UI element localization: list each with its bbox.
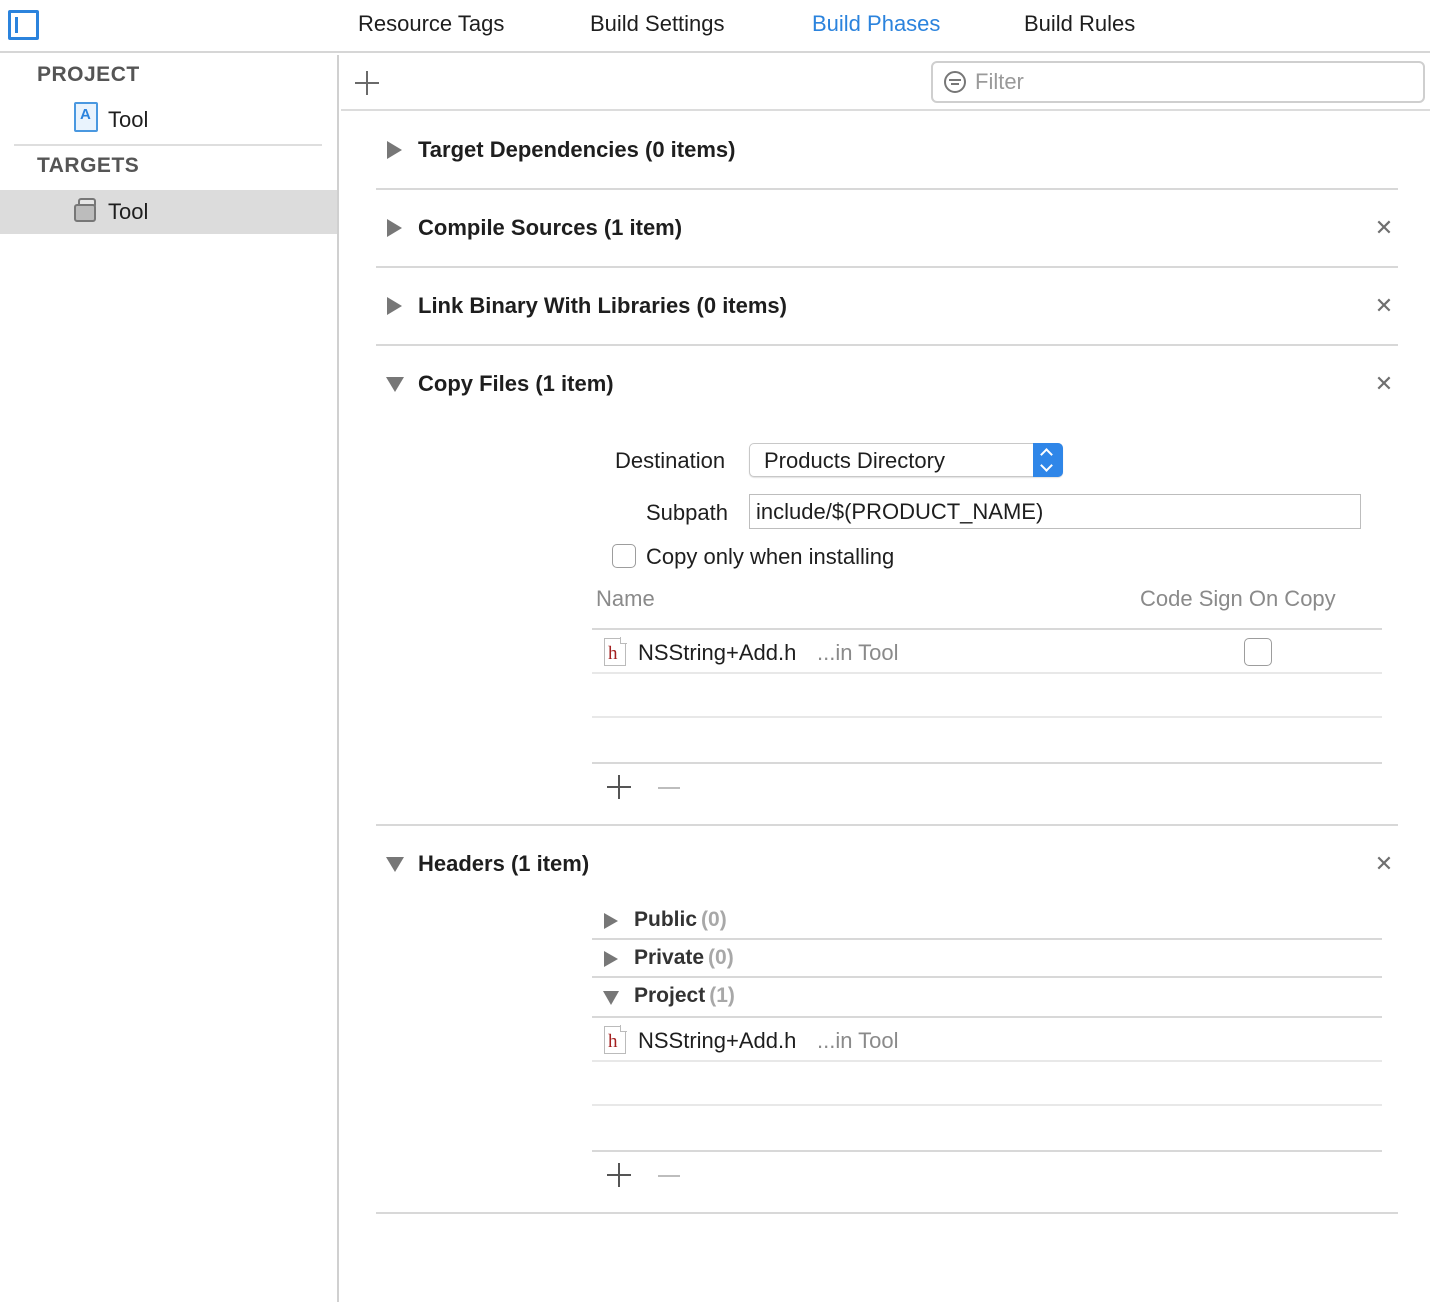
command-line-tool-icon: [72, 198, 100, 224]
file-name: NSString+Add.h: [638, 1028, 797, 1053]
sidebar-divider: [14, 144, 322, 146]
sidebar-item-project-tool[interactable]: Tool: [0, 98, 337, 142]
editor-tab-bar: Resource Tags Build Settings Build Phase…: [0, 0, 1430, 53]
phase-headers[interactable]: Headers (1 item): [418, 851, 589, 877]
destination-select[interactable]: Products Directory: [749, 443, 1063, 477]
subpath-label: Subpath: [646, 500, 728, 525]
filter-icon: [944, 71, 966, 93]
code-sign-on-copy-checkbox[interactable]: [1244, 638, 1272, 666]
phase-target-dependencies[interactable]: Target Dependencies (0 items): [418, 137, 735, 163]
disclosure-triangle-icon[interactable]: [386, 377, 404, 392]
header-file-icon: h: [604, 637, 627, 666]
tab-build-settings[interactable]: Build Settings: [590, 11, 725, 37]
disclosure-triangle-icon[interactable]: [603, 991, 619, 1005]
destination-label: Destination: [615, 448, 726, 473]
copy-only-when-installing-label: Copy only when installing: [646, 544, 895, 569]
phase-divider: [376, 824, 1398, 826]
close-icon[interactable]: ✕: [1374, 295, 1394, 317]
disclosure-triangle-icon[interactable]: [387, 141, 402, 159]
add-build-phase-button[interactable]: [355, 71, 379, 95]
table-divider: [592, 762, 1382, 764]
table-divider: [592, 716, 1382, 718]
sidebar-item-label: Tool: [108, 107, 149, 132]
tab-resource-tags[interactable]: Resource Tags: [358, 11, 504, 37]
project-file-icon: [74, 102, 98, 132]
disclosure-triangle-icon[interactable]: [604, 913, 618, 929]
phase-link-binary[interactable]: Link Binary With Libraries (0 items): [418, 293, 787, 319]
column-header-name[interactable]: Name: [596, 586, 655, 612]
remove-file-button[interactable]: [658, 787, 680, 789]
sidebar-item-label: Tool: [108, 199, 149, 224]
disclosure-triangle-icon[interactable]: [604, 951, 618, 967]
close-icon[interactable]: ✕: [1374, 217, 1394, 239]
filter-input[interactable]: [975, 68, 1405, 96]
project-heading: PROJECT: [37, 63, 140, 86]
table-divider: [592, 672, 1382, 674]
subpath-field[interactable]: [749, 494, 1361, 529]
phase-divider: [376, 188, 1398, 190]
table-divider: [592, 1060, 1382, 1062]
table-divider: [592, 1104, 1382, 1106]
tab-build-rules[interactable]: Build Rules: [1024, 11, 1135, 37]
phase-divider: [376, 1212, 1398, 1214]
table-divider: [592, 938, 1382, 940]
project-target-sidebar: PROJECT Tool TARGETS Tool: [0, 55, 339, 1302]
table-divider: [592, 1016, 1382, 1018]
destination-value: Products Directory: [764, 448, 945, 473]
chevron-up-down-icon: [1033, 443, 1063, 477]
targets-heading: TARGETS: [37, 154, 140, 177]
file-location: ...in Tool: [817, 1028, 899, 1053]
headers-group-project[interactable]: Project (1): [634, 984, 735, 1008]
phase-copy-files[interactable]: Copy Files (1 item): [418, 371, 614, 397]
table-divider: [592, 628, 1382, 630]
build-phases-toolbar: [341, 55, 1430, 111]
add-header-button[interactable]: [607, 1163, 631, 1187]
table-divider: [592, 976, 1382, 978]
column-header-code-sign[interactable]: Code Sign On Copy: [1140, 586, 1336, 612]
headers-group-public[interactable]: Public (0): [634, 908, 727, 932]
table-divider: [592, 1150, 1382, 1152]
header-file-icon: h: [604, 1025, 627, 1054]
disclosure-triangle-icon[interactable]: [387, 297, 402, 315]
tab-build-phases[interactable]: Build Phases: [812, 11, 940, 37]
sidebar-toggle-icon[interactable]: [8, 10, 39, 40]
close-icon[interactable]: ✕: [1374, 853, 1394, 875]
add-file-button[interactable]: [607, 775, 631, 799]
file-location: ...in Tool: [817, 640, 899, 665]
file-name: NSString+Add.h: [638, 640, 797, 665]
copy-only-when-installing-checkbox[interactable]: [612, 544, 636, 568]
close-icon[interactable]: ✕: [1374, 373, 1394, 395]
filter-field[interactable]: [931, 61, 1425, 103]
remove-header-button[interactable]: [658, 1175, 680, 1177]
phase-compile-sources[interactable]: Compile Sources (1 item): [418, 215, 682, 241]
sidebar-item-target-tool[interactable]: Tool: [0, 190, 337, 234]
disclosure-triangle-icon[interactable]: [386, 857, 404, 872]
phase-divider: [376, 344, 1398, 346]
phase-divider: [376, 266, 1398, 268]
headers-group-private[interactable]: Private (0): [634, 946, 734, 970]
disclosure-triangle-icon[interactable]: [387, 219, 402, 237]
